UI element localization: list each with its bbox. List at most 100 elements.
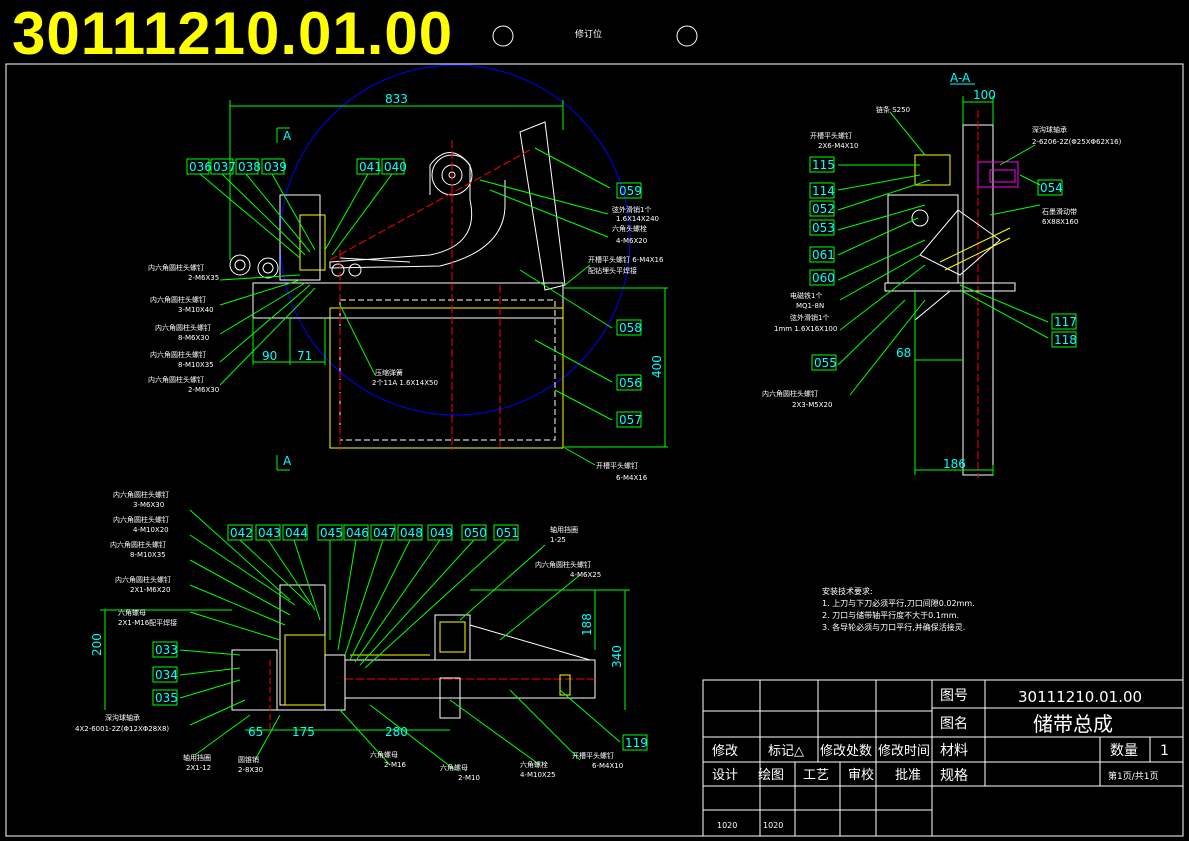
annotation-note: 6X88X160 — [1042, 218, 1078, 226]
table-box — [329, 307, 564, 449]
callout-label: 117 — [1054, 315, 1077, 329]
callout-label: 061 — [812, 248, 835, 262]
annotation-note: 圆锥销 — [238, 755, 259, 764]
annotation-note: 深沟球轴承 — [105, 713, 140, 722]
callout-label: 059 — [619, 184, 642, 198]
annotation-note: 2-8X30 — [238, 766, 263, 774]
callout-label: 043 — [258, 526, 281, 540]
bottom-view — [100, 509, 630, 771]
annotation-note: 弦外滑销1个 — [612, 205, 651, 214]
annotation-note: 8-M10X35 — [130, 551, 166, 559]
reel-circle — [279, 64, 631, 416]
callout-label: 048 — [400, 526, 423, 540]
annotation-note: 内六角圆柱头螺钉 — [113, 490, 169, 499]
annotation-note: 4-M10X20 — [133, 526, 169, 534]
annotation-note: 内六角圆柱头螺钉 — [155, 323, 211, 332]
bottom-dim-280: 280 — [385, 725, 408, 739]
bottom-dim-200: 200 — [90, 633, 104, 656]
callout-label: 057 — [619, 413, 642, 427]
reference-circle-2 — [676, 25, 698, 47]
callout-label: 114 — [812, 184, 835, 198]
tech-req-title: 安装技术要求: — [822, 586, 873, 596]
annotation-note: 2X3-M5X20 — [792, 401, 832, 409]
annotation-note: 2X1-M16配平焊接 — [118, 618, 177, 627]
annotation-note: 4-M6X20 — [616, 237, 647, 245]
annotation-note: 2-M10 — [458, 774, 480, 782]
annotation-note: 六角螺栓 — [520, 760, 548, 769]
annotation-note: MQ1-8N — [796, 302, 824, 310]
dim-833: 833 — [385, 92, 408, 106]
tb-review: 审校 — [848, 767, 874, 783]
callout-label: 046 — [346, 526, 369, 540]
callout-label: 034 — [155, 668, 178, 682]
reel-arm — [329, 152, 506, 269]
annotation-note: 开槽平头螺钉 — [572, 751, 614, 760]
annotation-note: 2X1-M6X20 — [130, 586, 170, 594]
front-section-mark-top: A — [283, 129, 292, 143]
callout-label: 042 — [230, 526, 253, 540]
annotation-note: 内六角圆柱头螺钉 — [762, 389, 818, 398]
annotation-note: 内六角圆柱头螺钉 — [535, 560, 591, 569]
tech-req-line-3: 3. 各导轮必须与刀口平行,并确保活接灵. — [822, 622, 965, 632]
tb-value-1: 1020 — [717, 821, 737, 830]
tb-process: 工艺 — [803, 768, 829, 783]
callout-label: 041 — [359, 160, 382, 174]
callout-label: 045 — [320, 526, 343, 540]
annotation-note: 4-M6X25 — [570, 571, 601, 579]
tb-design: 设计 — [712, 768, 738, 783]
tb-label-material: 材料 — [940, 743, 968, 759]
annotation-note: 2X1-12 — [186, 764, 211, 772]
callout-label: 056 — [619, 376, 642, 390]
dim-90: 90 — [262, 349, 277, 363]
callout-label: 047 — [373, 526, 396, 540]
annotation-note: 六角螺母 — [118, 608, 146, 617]
tb-value-2: 1020 — [763, 821, 783, 830]
annotation-note: 开槽平头螺钉 — [810, 131, 852, 140]
annotation-note: 内六角圆柱头螺钉 — [110, 540, 166, 549]
tb-draw: 绘图 — [758, 768, 784, 783]
tech-req-line-1: 1. 上刀与下刀必须平行,刀口间隙0.02mm. — [822, 598, 975, 608]
cover-plate — [519, 121, 566, 291]
callout-label: 036 — [189, 160, 212, 174]
section-dim-186: 186 — [943, 457, 966, 471]
annotation-note: 链条 S250 — [876, 105, 910, 114]
callout-label: 053 — [812, 221, 835, 235]
annotation-note: 六角头螺栓 — [612, 224, 647, 233]
annotation-note: 3-M6X30 — [133, 501, 164, 509]
annotation-note: 内六角圆柱头螺钉 — [150, 350, 206, 359]
annotation-note: 石墨滑动带 — [1042, 207, 1077, 216]
section-view — [837, 83, 1049, 478]
tb-mod: 修改 — [712, 744, 738, 759]
annotation-note: 深沟球轴承 — [1032, 125, 1067, 134]
annotation-note: 配钻埋头平焊接 — [588, 266, 637, 275]
annotation-note: 开槽平头螺钉 — [596, 461, 638, 470]
annotation-note: 内六角圆柱头螺钉 — [148, 263, 204, 272]
tb-label-name: 图名 — [940, 716, 968, 732]
callout-label: 058 — [619, 321, 642, 335]
annotation-note: 2-M6X35 — [188, 274, 219, 282]
annotation-note: 开槽平头螺钉 6-M4X16 — [588, 255, 664, 264]
annotation-note: 2X6-M4X10 — [818, 142, 858, 150]
annotation-note: 6-M4X10 — [592, 762, 623, 770]
section-dim-100: 100 — [973, 88, 996, 102]
annotation-note: 2-M6X30 — [188, 386, 219, 394]
callout-label: 038 — [238, 160, 261, 174]
tb-mod-time: 修改时间 — [878, 744, 930, 759]
bottom-dim-175: 175 — [292, 725, 315, 739]
callout-label: 050 — [464, 526, 487, 540]
bottom-dim-340: 340 — [610, 645, 624, 668]
annotation-note: 六角螺母 — [370, 750, 398, 759]
annotation-note: 轴用挡圈 — [183, 753, 211, 762]
annotation-note: 电磁铁1个 — [790, 291, 822, 300]
section-label: A-A — [950, 71, 971, 85]
reference-circle-1 — [492, 25, 514, 47]
annotation-note: 内六角圆柱头螺钉 — [148, 375, 204, 384]
tech-req-line-2: 2. 刀口与储带轴平行度不大于0.1mm. — [822, 610, 959, 620]
tb-label-qty: 数量 — [1110, 743, 1138, 759]
callout-label: 033 — [155, 643, 178, 657]
annotation-note: 2-M16 — [384, 761, 406, 769]
annotation-note: 8-M10X35 — [178, 361, 214, 369]
dim-71: 71 — [297, 349, 312, 363]
callout-label: 060 — [812, 271, 835, 285]
callout-label: 040 — [384, 160, 407, 174]
